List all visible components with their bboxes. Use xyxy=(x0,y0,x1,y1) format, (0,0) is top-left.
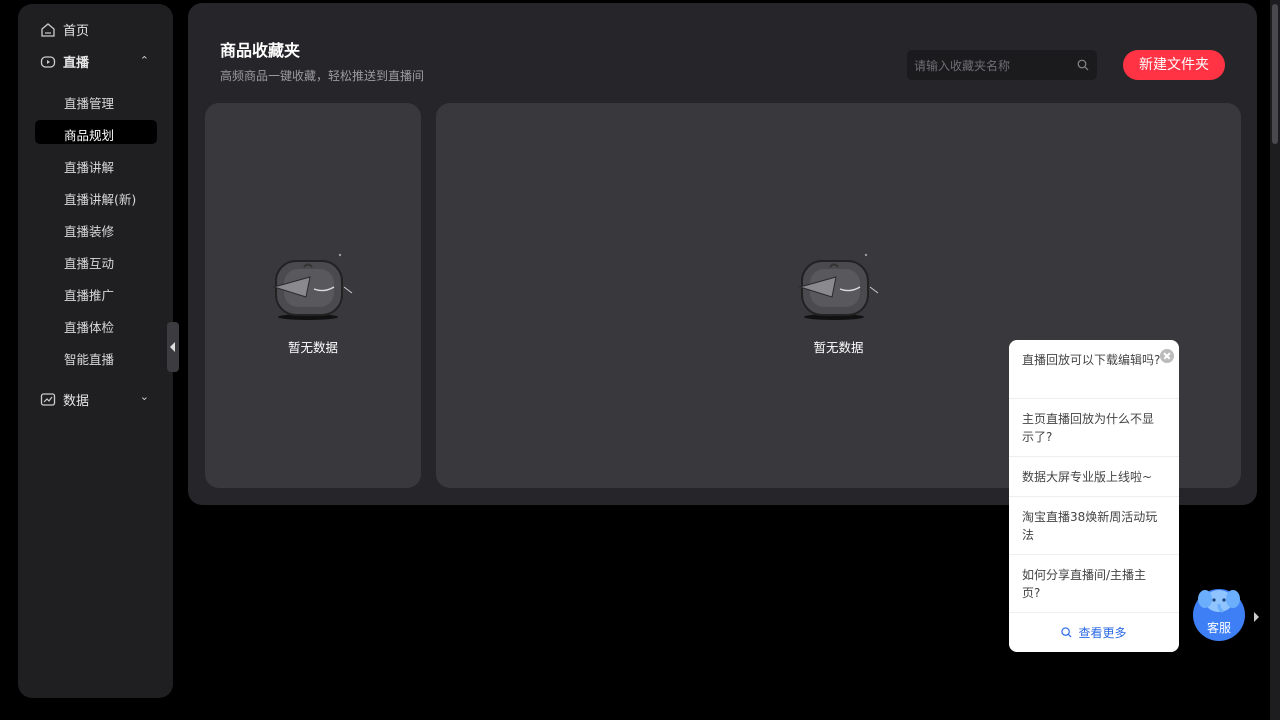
faq-item[interactable]: 如何分享直播间/主播主页? xyxy=(1022,566,1162,602)
search-icon[interactable] xyxy=(1077,59,1089,71)
divider xyxy=(1009,398,1179,399)
home-icon xyxy=(41,22,55,37)
search-icon xyxy=(1061,627,1072,638)
empty-box-icon xyxy=(272,253,353,320)
empty-state: 暂无数据 xyxy=(769,253,909,356)
nav-data-label: 数据 xyxy=(63,394,90,409)
nav-home-label: 首页 xyxy=(63,24,90,39)
sidebar-item-live-check[interactable]: 直播体检 xyxy=(64,317,114,336)
help-popup: 直播回放可以下载编辑吗? 主页直播回放为什么不显示了? 数据大屏专业版上线啦~ … xyxy=(1009,340,1179,652)
empty-state: 暂无数据 xyxy=(243,253,383,356)
sidebar-item-live-manage[interactable]: 直播管理 xyxy=(64,93,114,112)
see-more-label: 查看更多 xyxy=(1078,626,1127,640)
sidebar-item-live-interact[interactable]: 直播互动 xyxy=(64,253,114,272)
customer-service-button[interactable]: 客服 xyxy=(1193,589,1245,641)
search-box[interactable] xyxy=(907,50,1097,80)
chevron-up-icon[interactable]: ⌃ xyxy=(140,54,149,67)
sidebar-item-live-explain-new[interactable]: 直播讲解(新) xyxy=(64,189,136,208)
customer-service-label: 客服 xyxy=(1206,621,1231,635)
chart-icon xyxy=(40,392,56,406)
expand-arrow-icon[interactable] xyxy=(1254,612,1259,622)
faq-item[interactable]: 主页直播回放为什么不显示了? xyxy=(1022,410,1162,446)
nav-live[interactable]: 直播 xyxy=(40,52,155,71)
sidebar-item-smart-live[interactable]: 智能直播 xyxy=(64,349,114,368)
empty-text: 暂无数据 xyxy=(287,340,338,355)
see-more-link[interactable]: 查看更多 xyxy=(1009,624,1179,641)
elephant-mascot-icon xyxy=(1198,590,1240,613)
divider xyxy=(1009,554,1179,555)
empty-box-icon xyxy=(797,253,878,320)
nav-data[interactable]: 数据 xyxy=(40,390,89,409)
folder-list-panel: 暂无数据 xyxy=(205,103,421,488)
sidebar-item-live-decor[interactable]: 直播装修 xyxy=(64,221,114,240)
faq-item[interactable]: 直播回放可以下载编辑吗? xyxy=(1022,351,1162,369)
sidebar-item-live-explain[interactable]: 直播讲解 xyxy=(64,157,114,176)
sidebar-collapse-button[interactable] xyxy=(167,322,179,372)
sidebar-item-live-promo[interactable]: 直播推广 xyxy=(64,285,114,304)
divider xyxy=(1009,456,1179,457)
search-input[interactable] xyxy=(912,56,1076,76)
faq-item[interactable]: 淘宝直播38焕新周活动玩法 xyxy=(1022,508,1162,544)
close-icon[interactable] xyxy=(1160,349,1174,363)
new-folder-button[interactable]: 新建文件夹 xyxy=(1123,50,1225,80)
empty-text: 暂无数据 xyxy=(813,340,864,355)
chevron-down-icon[interactable]: ⌄ xyxy=(140,390,149,403)
faq-item[interactable]: 数据大屏专业版上线啦~ xyxy=(1022,468,1162,486)
divider xyxy=(1009,612,1179,613)
scrollbar-thumb[interactable] xyxy=(1272,4,1278,144)
page-scrollbar[interactable] xyxy=(1270,0,1280,720)
page-subtitle: 高频商品一键收藏，轻松推送到直播间 xyxy=(220,69,425,83)
nav-home[interactable]: 首页 xyxy=(40,20,89,39)
divider xyxy=(1009,496,1179,497)
live-icon xyxy=(40,55,56,68)
sidebar-item-product-plan[interactable]: 商品规划 xyxy=(64,125,114,144)
nav-live-label: 直播 xyxy=(63,56,90,71)
page-title: 商品收藏夹 xyxy=(220,41,301,60)
sidebar: 首页 直播 ⌃ 直播管理 商品规划 直播讲解 直播讲解(新) 直播装修 直播互动… xyxy=(18,4,173,698)
